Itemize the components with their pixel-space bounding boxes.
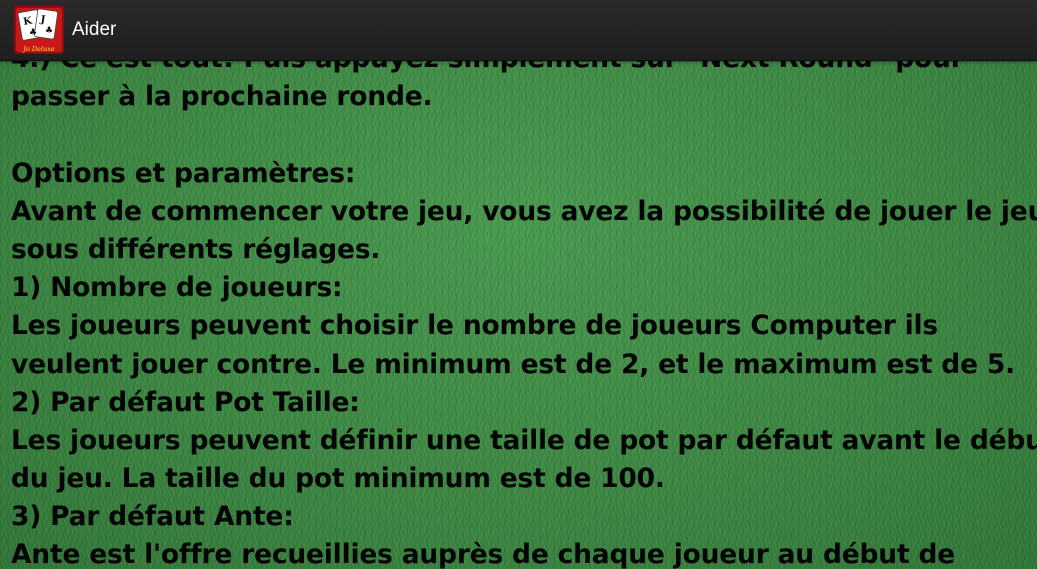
section-heading-options: Options et paramètres:: [11, 157, 356, 189]
svg-text:♣: ♣: [29, 28, 37, 38]
help-line: sous différents réglages.: [11, 233, 381, 265]
action-bar: K J ♣ ♣ Jo Deluxe Aider: [0, 0, 1037, 61]
help-blank-line: [11, 116, 1031, 154]
help-line: Les joueurs peuvent choisir le nombre de…: [11, 310, 938, 342]
help-line: passer à la prochaine ronde.: [11, 81, 433, 113]
help-line: Ante est l'offre recueillies auprès de c…: [11, 539, 955, 569]
poker-cards-app-icon[interactable]: K J ♣ ♣ Jo Deluxe: [14, 6, 64, 54]
help-line: Les joueurs peuvent définir une taille d…: [11, 424, 1037, 456]
option-heading-ante: 3) Par défaut Ante:: [11, 501, 294, 533]
help-text-scroll-area[interactable]: 4.) Ce est tout! Puis appuyez simplement…: [11, 40, 1037, 569]
help-line: Avant de commencer votre jeu, vous avez …: [11, 195, 1037, 227]
icon-caption: Jo Deluxe: [21, 45, 55, 53]
help-screen: 4.) Ce est tout! Puis appuyez simplement…: [0, 0, 1037, 569]
svg-text:♣: ♣: [45, 26, 53, 36]
help-line: veulent jouer contre. Le minimum est de …: [11, 348, 1015, 380]
page-title: Aider: [72, 19, 117, 40]
option-heading-pot-size: 2) Par défaut Pot Taille:: [11, 386, 360, 418]
option-heading-players: 1) Nombre de joueurs:: [11, 272, 343, 304]
help-line: du jeu. La taille du pot minimum est de …: [11, 463, 665, 495]
